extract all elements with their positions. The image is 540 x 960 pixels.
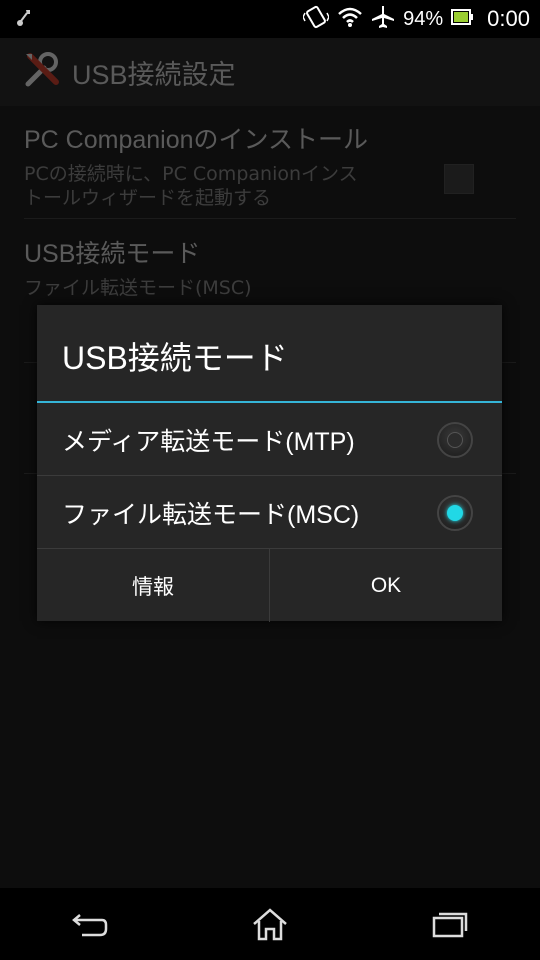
- battery-percent: 94%: [403, 7, 444, 30]
- radio-button-mtp[interactable]: [437, 421, 473, 458]
- option-label: ファイル転送モード(MSC): [62, 500, 360, 529]
- radio-dot: [447, 431, 463, 448]
- radio-button-msc[interactable]: [437, 494, 473, 531]
- recent-apps-icon: [432, 912, 468, 938]
- navigation-bar: [0, 888, 540, 960]
- wifi-icon: [337, 6, 363, 32]
- dialog-button-bar: 情報 OK: [37, 548, 502, 622]
- vibrate-icon: [302, 5, 330, 33]
- recent-apps-button[interactable]: [405, 894, 495, 954]
- usb-mode-dialog: USB接続モード メディア転送モード(MTP) ファイル転送モード(MSC) 情…: [37, 305, 502, 622]
- option-msc[interactable]: ファイル転送モード(MSC): [37, 476, 502, 549]
- home-icon: [253, 908, 287, 941]
- battery-icon: [451, 9, 474, 29]
- status-bar: 94% 0:00: [0, 0, 540, 38]
- radio-dot: [447, 504, 463, 521]
- home-button[interactable]: [225, 894, 315, 954]
- info-button[interactable]: 情報: [37, 549, 269, 622]
- ok-button[interactable]: OK: [269, 549, 502, 622]
- dialog-title: USB接続モード: [62, 340, 288, 376]
- usb-debug-icon: [16, 8, 32, 32]
- option-mtp[interactable]: メディア転送モード(MTP): [37, 403, 502, 476]
- option-label: メディア転送モード(MTP): [62, 427, 355, 456]
- back-button[interactable]: [45, 894, 135, 954]
- airplane-icon: [371, 5, 395, 33]
- back-icon: [72, 914, 108, 937]
- clock: 0:00: [487, 6, 530, 31]
